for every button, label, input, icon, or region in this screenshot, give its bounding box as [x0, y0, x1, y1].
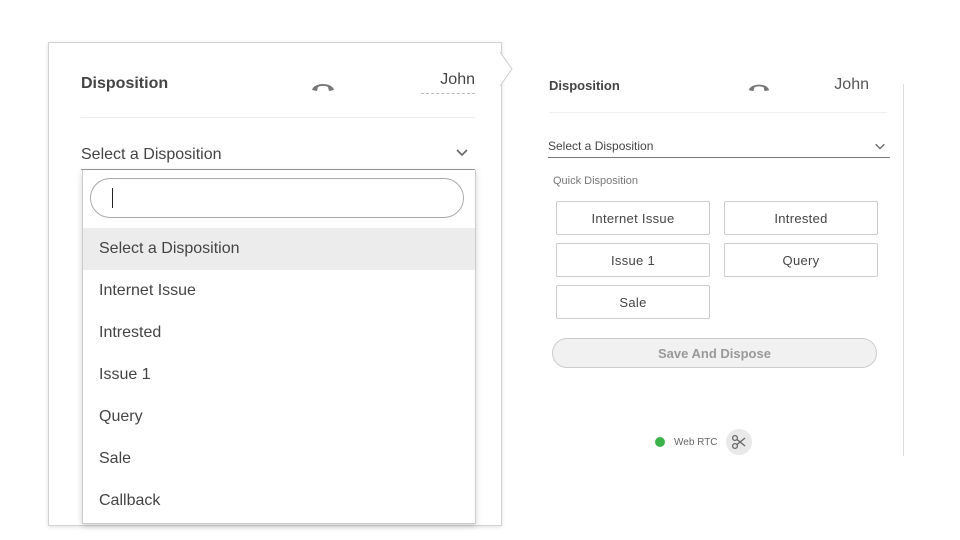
webrtc-status-text: Web RTC [674, 436, 718, 448]
disposition-dropdown: Select a Disposition Internet Issue Intr… [82, 170, 476, 524]
dropdown-option[interactable]: Issue 1 [83, 354, 475, 396]
dropdown-option[interactable]: Select a Disposition [83, 228, 475, 270]
quick-disposition-button[interactable]: Query [724, 243, 878, 277]
panel-title: Disposition [549, 78, 620, 93]
scissors-icon[interactable] [725, 429, 752, 455]
disposition-select[interactable]: Select a Disposition [81, 141, 475, 170]
disposition-select-value: Select a Disposition [548, 139, 654, 153]
dropdown-option[interactable]: Callback [83, 480, 475, 522]
status-dot [655, 437, 665, 447]
quick-disposition-label: Quick Disposition [553, 175, 638, 187]
dropdown-option[interactable]: Query [83, 396, 475, 438]
save-and-dispose-button[interactable]: Save And Dispose [552, 338, 877, 368]
disposition-select-value: Select a Disposition [81, 146, 222, 163]
panel-header: Disposition John [549, 72, 887, 113]
chevron-down-icon [874, 139, 886, 157]
caller-name: John [834, 76, 869, 93]
dropdown-search-box[interactable] [90, 178, 464, 218]
webrtc-status: Web RTC [655, 428, 752, 456]
caller-name-underline [421, 93, 475, 94]
quick-disposition-button[interactable]: Internet Issue [556, 201, 710, 235]
quick-disposition-button[interactable]: Sale [556, 285, 710, 319]
dropdown-option[interactable]: Intrested [83, 312, 475, 354]
panel-divider [903, 84, 904, 456]
panel-title: Disposition [81, 75, 169, 92]
chevron-down-icon [455, 145, 469, 164]
disposition-panel-expanded: Disposition John Select a Disposition Se… [48, 42, 502, 526]
panel-pointer [500, 52, 513, 86]
panel-header: Disposition John [81, 65, 475, 118]
phone-hangup-icon[interactable] [310, 79, 336, 98]
quick-disposition-button[interactable]: Intrested [724, 201, 878, 235]
text-cursor [112, 188, 113, 208]
dropdown-search-input[interactable] [105, 188, 449, 208]
disposition-select[interactable]: Select a Disposition [548, 137, 890, 158]
dropdown-option[interactable]: Sale [83, 438, 475, 480]
dropdown-option[interactable]: Internet Issue [83, 270, 475, 312]
quick-disposition-button[interactable]: Issue 1 [556, 243, 710, 277]
phone-hangup-icon[interactable] [747, 80, 771, 98]
disposition-panel-collapsed: Disposition John Select a Disposition Qu… [515, 56, 905, 456]
dropdown-options-list: Select a Disposition Internet Issue Intr… [83, 228, 475, 522]
caller-name: John [440, 71, 475, 88]
